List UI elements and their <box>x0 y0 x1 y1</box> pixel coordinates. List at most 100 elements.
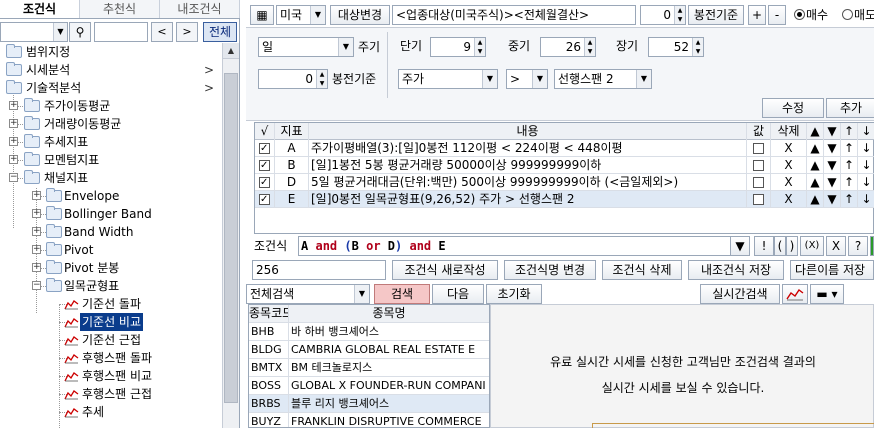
move-up-icon[interactable]: ▲ <box>807 157 824 174</box>
spinner-icon[interactable]: ▲ ▼ <box>692 38 703 56</box>
delete-condition-button[interactable]: 조건식 삭제 <box>602 260 682 280</box>
expand-icon[interactable]: + <box>9 155 18 164</box>
scroll-up-icon[interactable]: ▲ <box>223 43 239 59</box>
period-select[interactable]: 일 ▼ <box>258 37 354 57</box>
move-bottom-icon[interactable]: ↓ <box>858 174 874 191</box>
expr-help-button[interactable]: ? <box>848 236 868 256</box>
rename-condition-button[interactable]: 조건식명 변경 <box>504 260 596 280</box>
move-up-icon[interactable]: ▲ <box>807 191 824 208</box>
expr-dropdown-button[interactable]: ▼ <box>730 236 750 256</box>
plus-button[interactable]: + <box>748 5 766 25</box>
row-checkbox[interactable] <box>259 192 270 208</box>
expand-icon[interactable]: + <box>32 227 41 236</box>
radio-sell[interactable] <box>842 9 853 20</box>
tab-recommended[interactable]: 추천식 <box>80 0 160 18</box>
value-checkbox[interactable] <box>753 160 764 171</box>
delete-row-button[interactable]: X <box>771 191 807 208</box>
expr-clear-paren-button[interactable]: (X) <box>800 236 824 256</box>
save-my-condition-button[interactable]: 내조건식 저장 <box>688 260 784 280</box>
add-button[interactable]: 추가 <box>826 98 874 118</box>
new-condition-button[interactable]: 조건식 새로작성 <box>392 260 498 280</box>
tree-filter-select[interactable]: ▼ <box>0 22 68 42</box>
field2-select[interactable]: 선행스팬 2 ▼ <box>554 69 652 89</box>
grid-row[interactable]: B [일]1봉전 5봉 평균거래량 50000이상 999999999이하 X … <box>255 157 874 174</box>
tree-leaf-lagging-breakout[interactable]: 후행스팬 돌파 <box>0 349 222 367</box>
expr-close-paren-button[interactable]: ) <box>786 236 798 256</box>
save-as-button[interactable]: 다른이름 저장 <box>790 260 874 280</box>
tree-leaf-baseline-compare[interactable]: 기준선 비교 <box>0 313 222 331</box>
expand-icon[interactable]: + <box>32 245 41 254</box>
move-top-icon[interactable]: ↑ <box>841 140 858 157</box>
tree-all-button[interactable]: 전체 <box>203 22 237 42</box>
value-checkbox[interactable] <box>753 143 764 154</box>
move-bottom-icon[interactable]: ↓ <box>858 140 874 157</box>
tree-node-technical[interactable]: 기술적분석 > <box>0 79 222 97</box>
bars-input[interactable]: 0 ▲ ▼ <box>258 69 328 89</box>
tree-node-ichimoku[interactable]: − 일목균형표 <box>0 277 222 295</box>
tree-node-channel[interactable]: − 채널지표 <box>0 169 222 187</box>
move-down-icon[interactable]: ▼ <box>824 140 841 157</box>
spinner-icon[interactable]: ▲ ▼ <box>584 38 595 56</box>
move-up-icon[interactable]: ▲ <box>807 140 824 157</box>
expand-icon[interactable]: + <box>9 137 18 146</box>
tree-prev-button[interactable]: < <box>151 22 173 42</box>
tree-leaf-baseline-near[interactable]: 기준선 근접 <box>0 331 222 349</box>
collapse-icon[interactable]: − <box>9 173 18 182</box>
grid-row[interactable]: E [일]0봉전 일목균형표(9,26,52) 주가 > 선행스팬 2 X ▲ … <box>255 191 874 208</box>
move-top-icon[interactable]: ↑ <box>841 157 858 174</box>
tab-my-conditions[interactable]: 내조건식 <box>160 0 240 18</box>
grid-row[interactable]: A 주가이평배열(3):[일]0봉전 112이평 < 224이평 < 448이평… <box>255 140 874 157</box>
market-select[interactable]: 미국 ▼ <box>276 5 326 25</box>
list-item[interactable]: BHB 바 하버 뱅크셰어스 <box>249 323 489 341</box>
expr-open-paren-button[interactable]: ( <box>774 236 786 256</box>
list-item[interactable]: BOSS GLOBAL X FOUNDER-RUN COMPANI <box>249 377 489 395</box>
spinner-icon[interactable]: ▲ ▼ <box>674 6 685 24</box>
condition-expression-input[interactable]: A and (B or D) and E <box>298 236 734 256</box>
row-checkbox[interactable] <box>259 175 270 191</box>
expand-icon[interactable]: + <box>32 209 41 218</box>
tree-leaf-lagging-near[interactable]: 후행스팬 근접 <box>0 385 222 403</box>
radio-buy[interactable] <box>794 9 805 20</box>
expand-icon[interactable]: + <box>9 119 18 128</box>
expr-confirm-icon[interactable] <box>870 236 874 256</box>
tree-node-volma[interactable]: + 거래량이동평균 <box>0 115 222 133</box>
grid-row[interactable]: D 5일 평균거래대금(단위:백만) 500이상 999999999이하 (<금… <box>255 174 874 191</box>
expand-icon[interactable]: + <box>32 263 41 272</box>
tree-leaf-baseline-breakout[interactable]: 기준선 돌파 <box>0 295 222 313</box>
tree-node-ma[interactable]: + 주가이동평균 <box>0 97 222 115</box>
delete-row-button[interactable]: X <box>771 140 807 157</box>
search-scope-select[interactable]: 전체검색 ▼ <box>246 284 370 304</box>
expr-not-button[interactable]: ! <box>754 236 774 256</box>
operator-select[interactable]: > ▼ <box>506 69 548 89</box>
short-input[interactable]: 9 ▲ ▼ <box>430 37 486 57</box>
expr-clear-button[interactable]: X <box>826 236 846 256</box>
delete-row-button[interactable]: X <box>771 174 807 191</box>
minus-button[interactable]: - <box>768 5 786 25</box>
list-item[interactable]: BUYZ FRANKLIN DISRUPTIVE COMMERCE <box>249 413 489 427</box>
next-button[interactable]: 다음 <box>432 284 484 304</box>
spinner-icon[interactable]: ▲ ▼ <box>474 38 485 56</box>
tab-conditions[interactable]: 조건식 <box>0 0 80 18</box>
spinner-icon[interactable]: ▲ ▼ <box>316 70 327 88</box>
list-item[interactable]: BMTX BM 테크놀로지스 <box>249 359 489 377</box>
tree-node-bandwidth[interactable]: + Band Width <box>0 223 222 241</box>
row-checkbox[interactable] <box>259 141 270 157</box>
move-down-icon[interactable]: ▼ <box>824 157 841 174</box>
search-icon[interactable]: ⚲ <box>69 22 91 42</box>
tree-search-input[interactable] <box>94 22 148 42</box>
tree-node-trend[interactable]: + 추세지표 <box>0 133 222 151</box>
mid-input[interactable]: 26 ▲ ▼ <box>540 37 596 57</box>
panel-toggle-icon[interactable]: ▦ <box>250 5 274 25</box>
tree-node-pivot[interactable]: + Pivot <box>0 241 222 259</box>
tree-leaf-lagging-compare[interactable]: 후행스팬 비교 <box>0 367 222 385</box>
realtime-search-button[interactable]: 실시간검색 <box>700 284 780 304</box>
move-down-icon[interactable]: ▼ <box>824 191 841 208</box>
bar-offset-input[interactable]: 0 ▲ ▼ <box>640 5 686 25</box>
list-item[interactable]: BRBS 블루 리지 뱅크셰어스 <box>249 395 489 413</box>
field1-select[interactable]: 주가 ▼ <box>398 69 498 89</box>
chart-view-icon[interactable] <box>782 284 808 304</box>
reset-button[interactable]: 초기화 <box>486 284 542 304</box>
scroll-thumb[interactable] <box>224 73 238 403</box>
row-checkbox[interactable] <box>259 158 270 174</box>
value-checkbox[interactable] <box>753 194 764 205</box>
